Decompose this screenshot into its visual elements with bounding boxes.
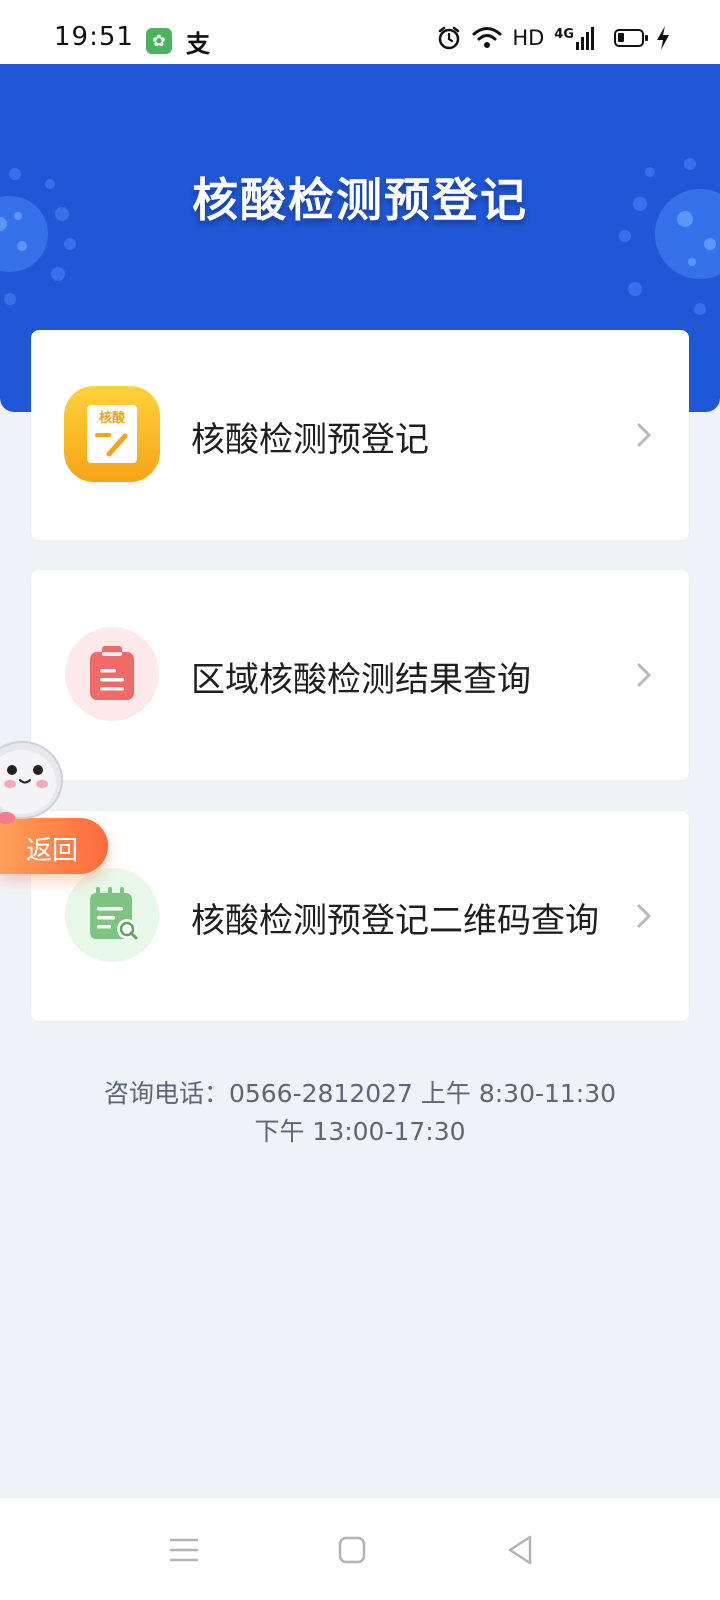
registration-icon: 核酸 (64, 386, 160, 482)
menu-item-result-query[interactable]: 区域核酸检测结果查询 (31, 570, 689, 780)
status-bar: 19:51 ✿ 支 HD 4G (0, 0, 720, 64)
contact-line-2: 下午 13:00-17:30 (254, 1117, 466, 1146)
charging-icon (657, 26, 669, 50)
chevron-right-icon (637, 904, 651, 928)
system-nav-bar (0, 1498, 720, 1600)
battery-icon (614, 29, 648, 47)
menu-item-label: 核酸检测预登记 (191, 420, 429, 460)
status-indicators: HD 4G (436, 22, 670, 54)
registration-icon-text: 核酸 (99, 410, 126, 426)
qrcode-search-icon (64, 867, 160, 963)
contact-line-1: 咨询电话：0566-2812027 上午 8:30-11:30 (103, 1079, 617, 1108)
chevron-right-icon (637, 423, 651, 447)
alipay-icon: 支 (186, 30, 210, 58)
menu-item-registration[interactable]: 核酸 核酸检测预登记 (31, 330, 689, 540)
page-title: 核酸检测预登记 (192, 173, 528, 227)
wifi-icon (472, 27, 502, 48)
alarm-icon (439, 26, 460, 50)
network-label: 4G (554, 26, 574, 42)
chevron-right-icon (637, 663, 651, 687)
back-icon[interactable] (502, 1532, 538, 1568)
mascot-icon[interactable] (0, 740, 70, 826)
app-notification-icon: ✿ (146, 28, 172, 54)
contact-info: 咨询电话：0566-2812027 上午 8:30-11:30 下午 13:00… (0, 1075, 720, 1151)
clipboard-icon (64, 626, 160, 722)
menu-item-label: 区域核酸检测结果查询 (191, 660, 531, 700)
home-icon[interactable] (334, 1532, 370, 1568)
menu-item-label: 核酸检测预登记二维码查询 (191, 901, 599, 941)
menu-icon[interactable] (166, 1532, 202, 1568)
signal-icon: 4G (554, 26, 594, 50)
floating-back-button[interactable]: 返回 (0, 818, 108, 874)
floating-back-label: 返回 (26, 836, 79, 866)
hd-label: HD (512, 26, 545, 50)
menu-item-qrcode-query[interactable]: 核酸检测预登记二维码查询 (31, 811, 689, 1021)
status-time: 19:51 (54, 22, 134, 52)
